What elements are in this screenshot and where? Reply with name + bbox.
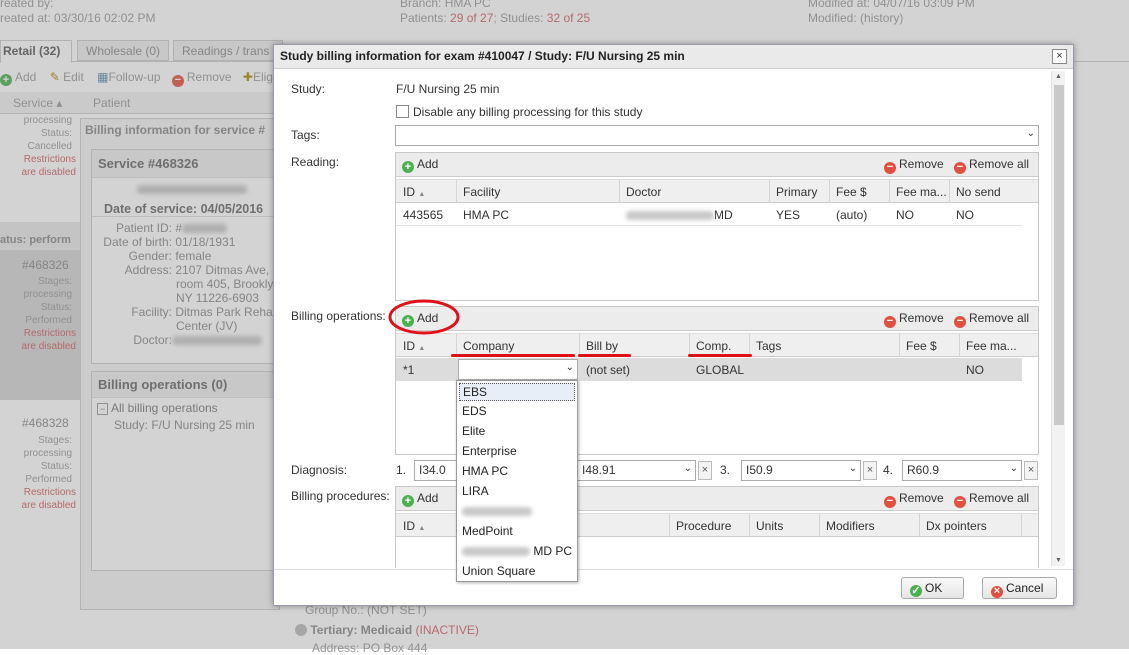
billing-procedures-label: Billing procedures: — [291, 489, 390, 503]
proc-col-procedure[interactable]: Procedure — [676, 519, 731, 533]
add-icon: + — [402, 161, 414, 173]
chevron-down-icon: ⌄ — [1026, 128, 1035, 139]
diagnosis-2-clear-icon[interactable]: × — [698, 461, 712, 480]
company-option-redacted[interactable] — [457, 501, 577, 521]
scroll-down-icon[interactable]: ▼ — [1055, 557, 1062, 564]
sort-asc-icon: ▲ — [418, 345, 426, 352]
tags-label: Tags: — [291, 128, 320, 142]
ops-col-comp[interactable]: Comp. — [696, 339, 731, 353]
diagnosis-3-select[interactable]: I50.9 ⌄ — [741, 460, 861, 481]
proc-col-units[interactable]: Units — [756, 519, 783, 533]
company-option-elite[interactable]: Elite — [457, 421, 577, 441]
ops-col-bill-by[interactable]: Bill by — [586, 339, 618, 353]
ops-col-id[interactable]: ID ▲ — [403, 339, 425, 353]
billing-ops-remove-all-button[interactable]: − Remove all — [954, 311, 1029, 328]
annotation-underline-company — [451, 354, 575, 357]
company-option-md-pc[interactable]: MD PC — [457, 541, 577, 561]
sort-asc-icon: ▲ — [418, 525, 426, 532]
ops-col-company[interactable]: Company — [463, 339, 514, 353]
scrollbar-thumb[interactable] — [1054, 85, 1064, 425]
annotation-underline-comp — [688, 354, 752, 357]
reading-grid-header: ID ▲ Facility Doctor Primary Fee $ Fee m… — [396, 179, 1038, 203]
dialog-title: Study billing information for exam #4100… — [274, 45, 1073, 69]
company-option-ebs[interactable]: EBS — [459, 383, 575, 401]
diagnosis-4-clear-icon[interactable]: × — [1024, 461, 1038, 480]
reading-label: Reading: — [291, 155, 340, 169]
study-value: F/U Nursing 25 min — [396, 82, 500, 96]
procedures-add-button[interactable]: + Add — [402, 491, 438, 507]
ok-button[interactable]: ✓ OK — [901, 577, 964, 599]
billing-ops-label: Billing operations: — [291, 309, 386, 323]
procedures-remove-all-button[interactable]: − Remove all — [954, 491, 1029, 508]
proc-col-dx-pointers[interactable]: Dx pointers — [926, 519, 987, 533]
reading-panel: + Add − Remove − Remove all ID ▲ Facility D… — [395, 152, 1039, 301]
company-dropdown-list: EBS EDS Elite Enterprise HMA PC LIRA Med… — [456, 380, 578, 582]
reading-remove-button[interactable]: − Remove — [884, 157, 944, 174]
diagnosis-label: Diagnosis: — [291, 463, 348, 477]
reading-add-button[interactable]: + Add — [402, 157, 438, 173]
proc-col-modifiers[interactable]: Modifiers — [826, 519, 875, 533]
checkmark-icon: ✓ — [910, 585, 922, 597]
company-option-union-square[interactable]: Union Square — [457, 561, 577, 581]
diagnosis-3-clear-icon[interactable]: × — [863, 461, 877, 480]
company-select[interactable]: ⌄ — [458, 359, 578, 380]
footer-divider — [274, 569, 1073, 570]
billing-ops-remove-button[interactable]: − Remove — [884, 311, 944, 328]
scroll-up-icon[interactable]: ▲ — [1055, 73, 1062, 80]
diagnosis-4-select[interactable]: R60.9 ⌄ — [902, 460, 1022, 481]
reading-remove-all-button[interactable]: − Remove all — [954, 157, 1029, 174]
chevron-down-icon: ⌄ — [848, 463, 857, 474]
remove-all-icon: − — [954, 316, 966, 328]
ops-col-tags[interactable]: Tags — [756, 339, 781, 353]
diagnosis-2-select[interactable]: I48.91 ⌄ — [577, 460, 696, 481]
proc-col-id[interactable]: ID ▲ — [403, 519, 425, 533]
disable-billing-row: Disable any billing processing for this … — [396, 105, 642, 119]
remove-all-icon: − — [954, 162, 966, 174]
table-row[interactable]: 443565 HMA PC MD YES (auto) NO NO — [396, 204, 1022, 226]
company-option-enterprise[interactable]: Enterprise — [457, 441, 577, 461]
cancel-button[interactable]: × Cancel — [982, 577, 1057, 599]
procedures-remove-button[interactable]: − Remove — [884, 491, 944, 508]
study-label: Study: — [291, 82, 326, 96]
annotation-ellipse — [388, 299, 460, 335]
company-option-lira[interactable]: LIRA — [457, 481, 577, 501]
annotation-underline-bill-by — [578, 354, 631, 357]
ops-col-fee-ma[interactable]: Fee ma... — [966, 339, 1017, 353]
reading-col-primary[interactable]: Primary — [776, 185, 817, 199]
reading-col-id[interactable]: ID ▲ — [403, 185, 425, 199]
reading-col-fee-ma[interactable]: Fee ma... — [896, 185, 947, 199]
reading-col-no-send[interactable]: No send — [956, 185, 1001, 199]
chevron-down-icon: ⌄ — [565, 362, 574, 373]
company-option-hma-pc[interactable]: HMA PC — [457, 461, 577, 481]
reading-col-doctor[interactable]: Doctor — [626, 185, 661, 199]
dialog-scrollbar[interactable]: ▲ ▼ — [1051, 71, 1065, 566]
tags-input[interactable]: ⌄ — [395, 125, 1039, 146]
chevron-down-icon: ⌄ — [683, 463, 692, 474]
table-row[interactable]: *1 ⌄ (not set) GLOBAL NO — [396, 358, 1022, 381]
disable-billing-checkbox[interactable] — [396, 105, 409, 118]
cancel-icon: × — [991, 586, 1003, 598]
remove-icon: − — [884, 316, 896, 328]
remove-icon: − — [884, 162, 896, 174]
annotation-circle — [388, 299, 460, 335]
company-option-eds[interactable]: EDS — [457, 401, 577, 421]
remove-icon: − — [884, 496, 896, 508]
add-icon: + — [402, 495, 414, 507]
ops-col-fee[interactable]: Fee $ — [906, 339, 937, 353]
company-option-medpoint[interactable]: MedPoint — [457, 521, 577, 541]
remove-all-icon: − — [954, 496, 966, 508]
close-icon[interactable]: × — [1052, 49, 1067, 64]
reading-col-facility[interactable]: Facility — [463, 185, 500, 199]
sort-asc-icon: ▲ — [418, 191, 426, 198]
reading-col-fee[interactable]: Fee $ — [836, 185, 867, 199]
chevron-down-icon: ⌄ — [1009, 463, 1018, 474]
